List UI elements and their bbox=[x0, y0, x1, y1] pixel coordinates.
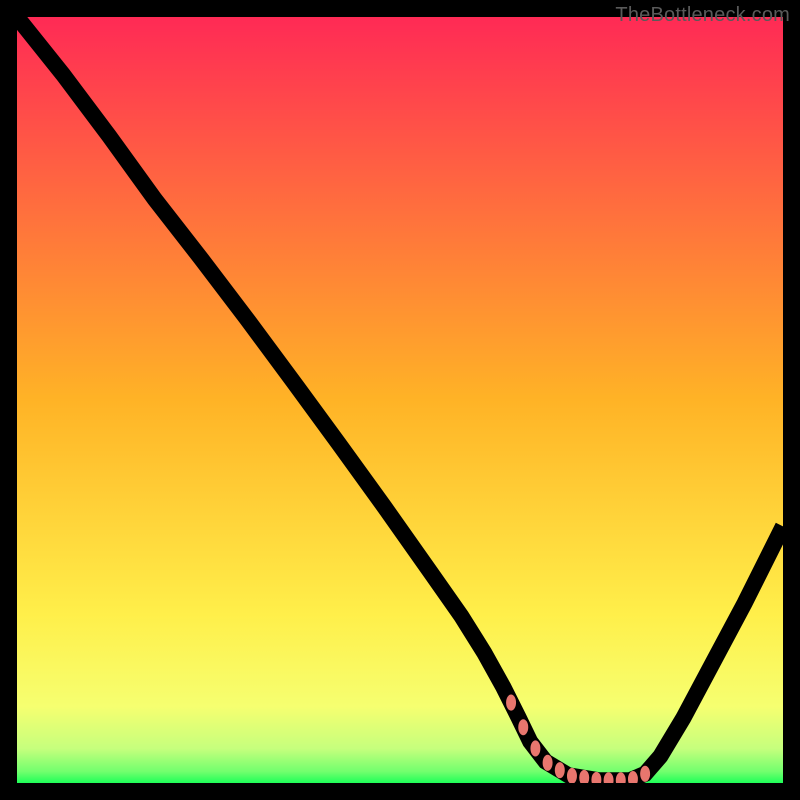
valley-marker bbox=[518, 719, 528, 735]
valley-marker bbox=[530, 740, 540, 756]
bottleneck-curve bbox=[17, 17, 783, 780]
watermark-text: TheBottleneck.com bbox=[615, 4, 790, 27]
chart-curve-layer bbox=[17, 17, 783, 783]
valley-marker bbox=[506, 695, 516, 711]
valley-marker bbox=[543, 755, 553, 771]
valley-marker bbox=[640, 766, 650, 782]
valley-marker bbox=[555, 762, 565, 778]
